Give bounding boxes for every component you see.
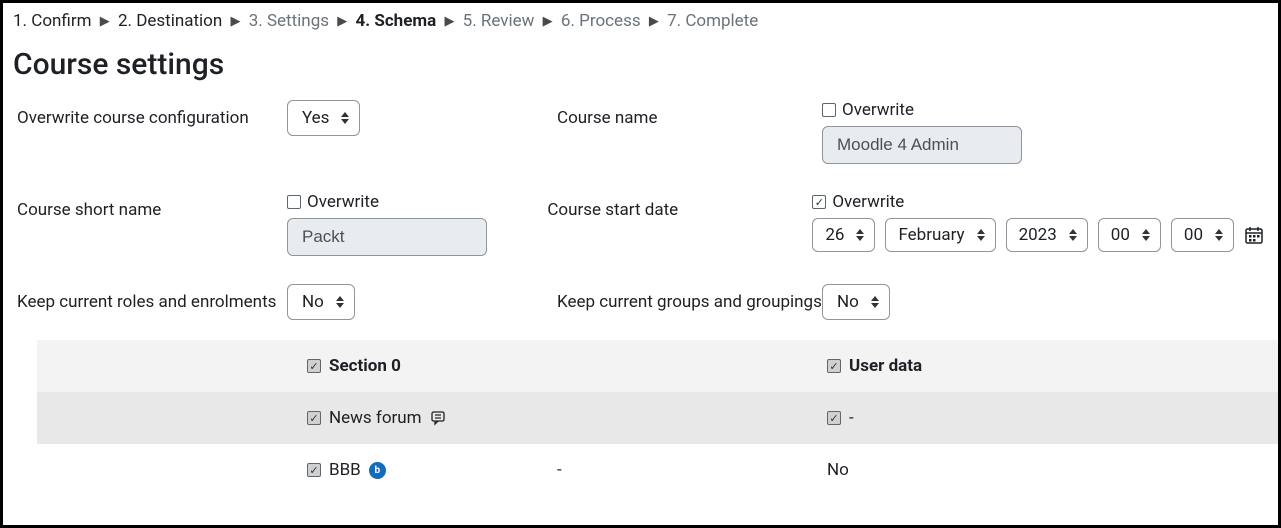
keep-roles-select[interactable]: No (287, 284, 355, 320)
news-forum-checkbox[interactable] (307, 411, 321, 425)
course-start-date-overwrite-checkbox[interactable] (812, 195, 826, 209)
news-forum-userdata-checkbox[interactable] (827, 411, 841, 425)
keep-groups-select[interactable]: No (822, 284, 890, 320)
select-arrows-icon (856, 229, 864, 241)
select-arrows-icon (1142, 229, 1150, 241)
keep-roles-label: Keep current roles and enrolments (17, 284, 287, 312)
news-forum-label: News forum (329, 408, 422, 428)
breadcrumb-step-5[interactable]: 5. Review (463, 11, 535, 31)
bbb-mid-text: - (557, 460, 562, 480)
section-item-row: BBB b - No (3, 444, 1278, 496)
date-day-select[interactable]: 26 (812, 218, 875, 252)
course-name-label: Course name (557, 100, 822, 128)
keep-roles-value: No (302, 292, 324, 312)
bbb-label: BBB (329, 460, 361, 480)
keep-groups-value: No (837, 292, 859, 312)
section-item-row: News forum - (3, 392, 1278, 444)
forum-icon (430, 409, 448, 427)
course-short-name-overwrite-label: Overwrite (307, 192, 379, 212)
calendar-icon[interactable] (1244, 225, 1264, 245)
course-start-date-overwrite-label: Overwrite (832, 192, 904, 212)
bigbluebutton-icon: b (369, 462, 386, 479)
breadcrumb-step-7[interactable]: 7. Complete (667, 11, 758, 31)
chevron-right-icon: ▶ (337, 14, 347, 29)
section0-label: Section 0 (329, 356, 401, 376)
keep-groups-label: Keep current groups and groupings (557, 284, 822, 312)
select-arrows-icon (341, 112, 349, 124)
course-start-date-label: Course start date (547, 192, 812, 220)
course-short-name-overwrite-checkbox[interactable] (287, 195, 301, 209)
select-arrows-icon (977, 229, 985, 241)
course-name-overwrite-checkbox[interactable] (822, 103, 836, 117)
overwrite-config-label: Overwrite course configuration (17, 100, 287, 128)
select-arrows-icon (1215, 229, 1223, 241)
date-hour-select[interactable]: 00 (1098, 218, 1161, 252)
select-arrows-icon (336, 296, 344, 308)
select-arrows-icon (1069, 229, 1077, 241)
course-short-name-label: Course short name (17, 192, 287, 220)
section0-checkbox[interactable] (307, 359, 321, 373)
course-short-name-input[interactable] (287, 218, 487, 256)
sections-table: Section 0 User data News forum (3, 340, 1278, 496)
section-header-row: Section 0 User data (3, 340, 1278, 392)
chevron-right-icon: ▶ (230, 14, 240, 29)
date-year-value: 2023 (1019, 225, 1057, 245)
date-hour-value: 00 (1111, 225, 1130, 245)
breadcrumb-step-1[interactable]: 1. Confirm (13, 11, 92, 31)
date-year-select[interactable]: 2023 (1006, 218, 1088, 252)
date-month-value: February (898, 225, 964, 245)
overwrite-config-select[interactable]: Yes (287, 100, 360, 136)
news-forum-userdata-text: - (849, 408, 854, 428)
date-day-value: 26 (825, 225, 844, 245)
bbb-userdata-text: No (827, 460, 849, 480)
chevron-right-icon: ▶ (649, 14, 659, 29)
breadcrumb: 1. Confirm ▶ 2. Destination ▶ 3. Setting… (3, 3, 1278, 35)
select-arrows-icon (871, 296, 879, 308)
page-title: Course settings (3, 35, 1278, 100)
breadcrumb-step-2[interactable]: 2. Destination (118, 11, 222, 31)
overwrite-config-select-value: Yes (302, 108, 329, 128)
user-data-label: User data (849, 356, 922, 376)
breadcrumb-step-6[interactable]: 6. Process (561, 11, 641, 31)
date-minute-select[interactable]: 00 (1171, 218, 1234, 252)
bbb-checkbox[interactable] (307, 463, 321, 477)
chevron-right-icon: ▶ (100, 14, 110, 29)
chevron-right-icon: ▶ (543, 14, 553, 29)
user-data-checkbox[interactable] (827, 359, 841, 373)
breadcrumb-step-4: 4. Schema (355, 11, 436, 31)
breadcrumb-step-3[interactable]: 3. Settings (249, 11, 329, 31)
chevron-right-icon: ▶ (444, 14, 454, 29)
course-name-input[interactable] (822, 126, 1022, 164)
course-name-overwrite-label: Overwrite (842, 100, 914, 120)
date-minute-value: 00 (1184, 225, 1203, 245)
date-month-select[interactable]: February (885, 218, 995, 252)
